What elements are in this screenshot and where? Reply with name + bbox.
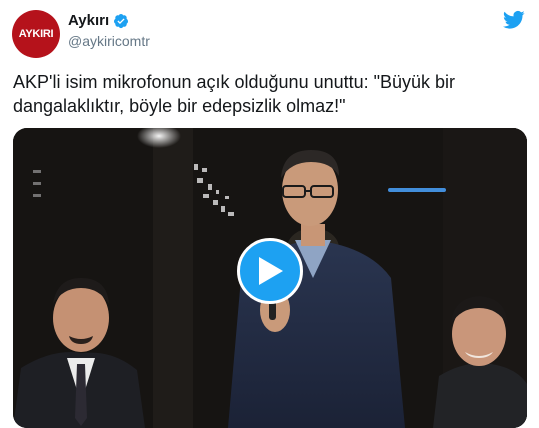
play-icon	[259, 257, 283, 285]
avatar[interactable]: AYKIRI	[12, 10, 60, 58]
twitter-bird-icon[interactable]	[503, 10, 525, 30]
tweet-card: AYKIRI Aykırı @aykiricomtr AKP'li isim m…	[0, 0, 539, 428]
tweet-text: AKP'li isim mikrofonun açık olduğunu unu…	[13, 72, 456, 116]
verified-badge-icon	[114, 13, 129, 28]
display-name[interactable]: Aykırı	[68, 12, 109, 29]
avatar-logo-text: AYKIRI	[18, 28, 54, 40]
video-player[interactable]	[13, 128, 527, 428]
play-button[interactable]	[237, 238, 303, 304]
account-handle[interactable]: @aykiricomtr	[68, 33, 150, 49]
display-name-row[interactable]: Aykırı	[68, 12, 129, 29]
